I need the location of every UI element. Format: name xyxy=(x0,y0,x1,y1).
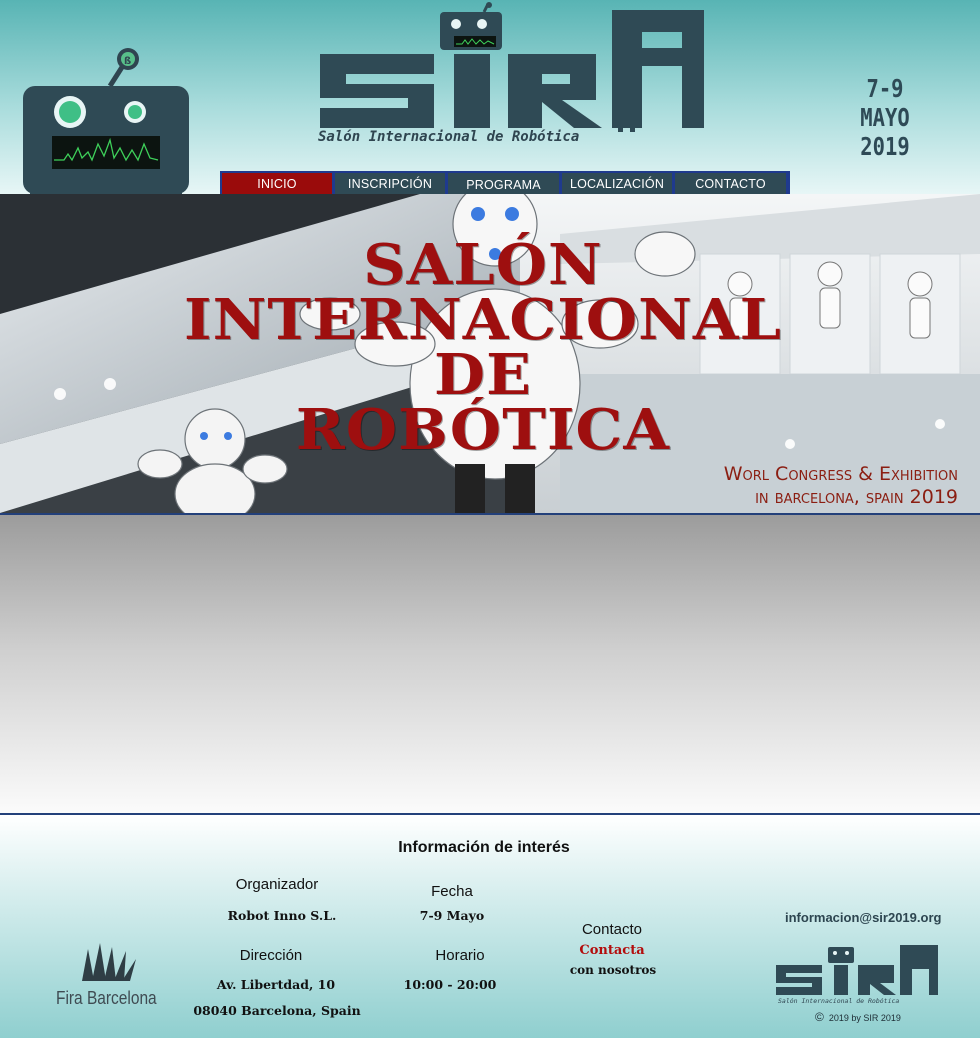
date-value: 7-9 Mayo xyxy=(419,908,485,923)
nav-item-programa[interactable]: Programa xyxy=(448,173,559,194)
address-line-2: 08040 Barcelona, Spain xyxy=(193,1003,361,1018)
hero-subtitle-line-1: Worl Congress & Exhibition xyxy=(723,463,958,485)
hero-title-line-3: DE xyxy=(434,342,532,408)
date-label: Fecha xyxy=(431,883,473,900)
contact-link[interactable]: Contacta xyxy=(562,943,662,958)
nav-item-localizacion[interactable]: localización xyxy=(562,173,672,194)
hours-label: Horario xyxy=(435,947,485,964)
hero-subtitle: Worl Congress & Exhibition in barcelona,… xyxy=(640,463,958,509)
contact-suffix: con nosotros xyxy=(569,963,657,977)
nav-item-contacto[interactable]: contacto xyxy=(675,173,786,194)
content-area xyxy=(0,515,980,813)
nav-item-inicio[interactable]: Inicio xyxy=(222,173,332,194)
address-line-1: Av. Libertdad, 10 xyxy=(216,977,336,992)
copyright: © 2019 by SIR 2019 xyxy=(815,1010,901,1024)
event-dates-days: 7-9 xyxy=(866,74,904,103)
address-label: Dirección xyxy=(239,947,303,964)
event-dates: 7-9 MAYO 2019 xyxy=(840,74,930,161)
hero-title-line-4: ROBÓTICA xyxy=(295,397,671,463)
hero-title-line-1: SALÓN xyxy=(363,232,603,298)
organizer-value: Robot Inno S.L. xyxy=(227,908,337,923)
copyright-text: 2019 by SIR 2019 xyxy=(828,1013,901,1023)
copyright-icon: © xyxy=(815,1010,824,1024)
site-header: ß Salón Internacional de Robótica 7-9 MA… xyxy=(0,0,980,194)
hero-subtitle-line-2: in barcelona, spain 2019 xyxy=(755,486,958,508)
mini-logo-tagline: Salón Internacional de Robótica xyxy=(778,997,899,1005)
contact-label: Contacto xyxy=(581,921,643,938)
contact-email[interactable]: informacion@sir2019.org xyxy=(785,910,941,925)
footer-heading: Información de interés xyxy=(398,839,570,856)
svg-text:ß: ß xyxy=(124,56,131,67)
nav-item-inscripcion[interactable]: Inscripción xyxy=(335,173,445,194)
organizer-label: Organizador xyxy=(235,876,319,893)
site-footer: Información de interés Organizador Robot… xyxy=(0,813,980,1038)
brand-tagline: Salón Internacional de Robótica xyxy=(318,129,580,145)
hero-title-line-2: INTERNACIONAL xyxy=(184,287,782,353)
main-nav: Inicio Inscripción Programa localización… xyxy=(220,171,790,194)
hours-value: 10:00 - 20:00 xyxy=(403,977,497,992)
robot-mascot-icon: ß xyxy=(23,48,189,194)
hero-title: SALÓN INTERNACIONAL DE ROBÓTICA xyxy=(123,232,843,463)
sir-mini-logo: Salón Internacional de Robótica xyxy=(776,945,938,1005)
fira-barcelona-text: Fira Barcelona xyxy=(56,988,157,1008)
event-dates-month: MAYO 2019 xyxy=(860,103,910,161)
